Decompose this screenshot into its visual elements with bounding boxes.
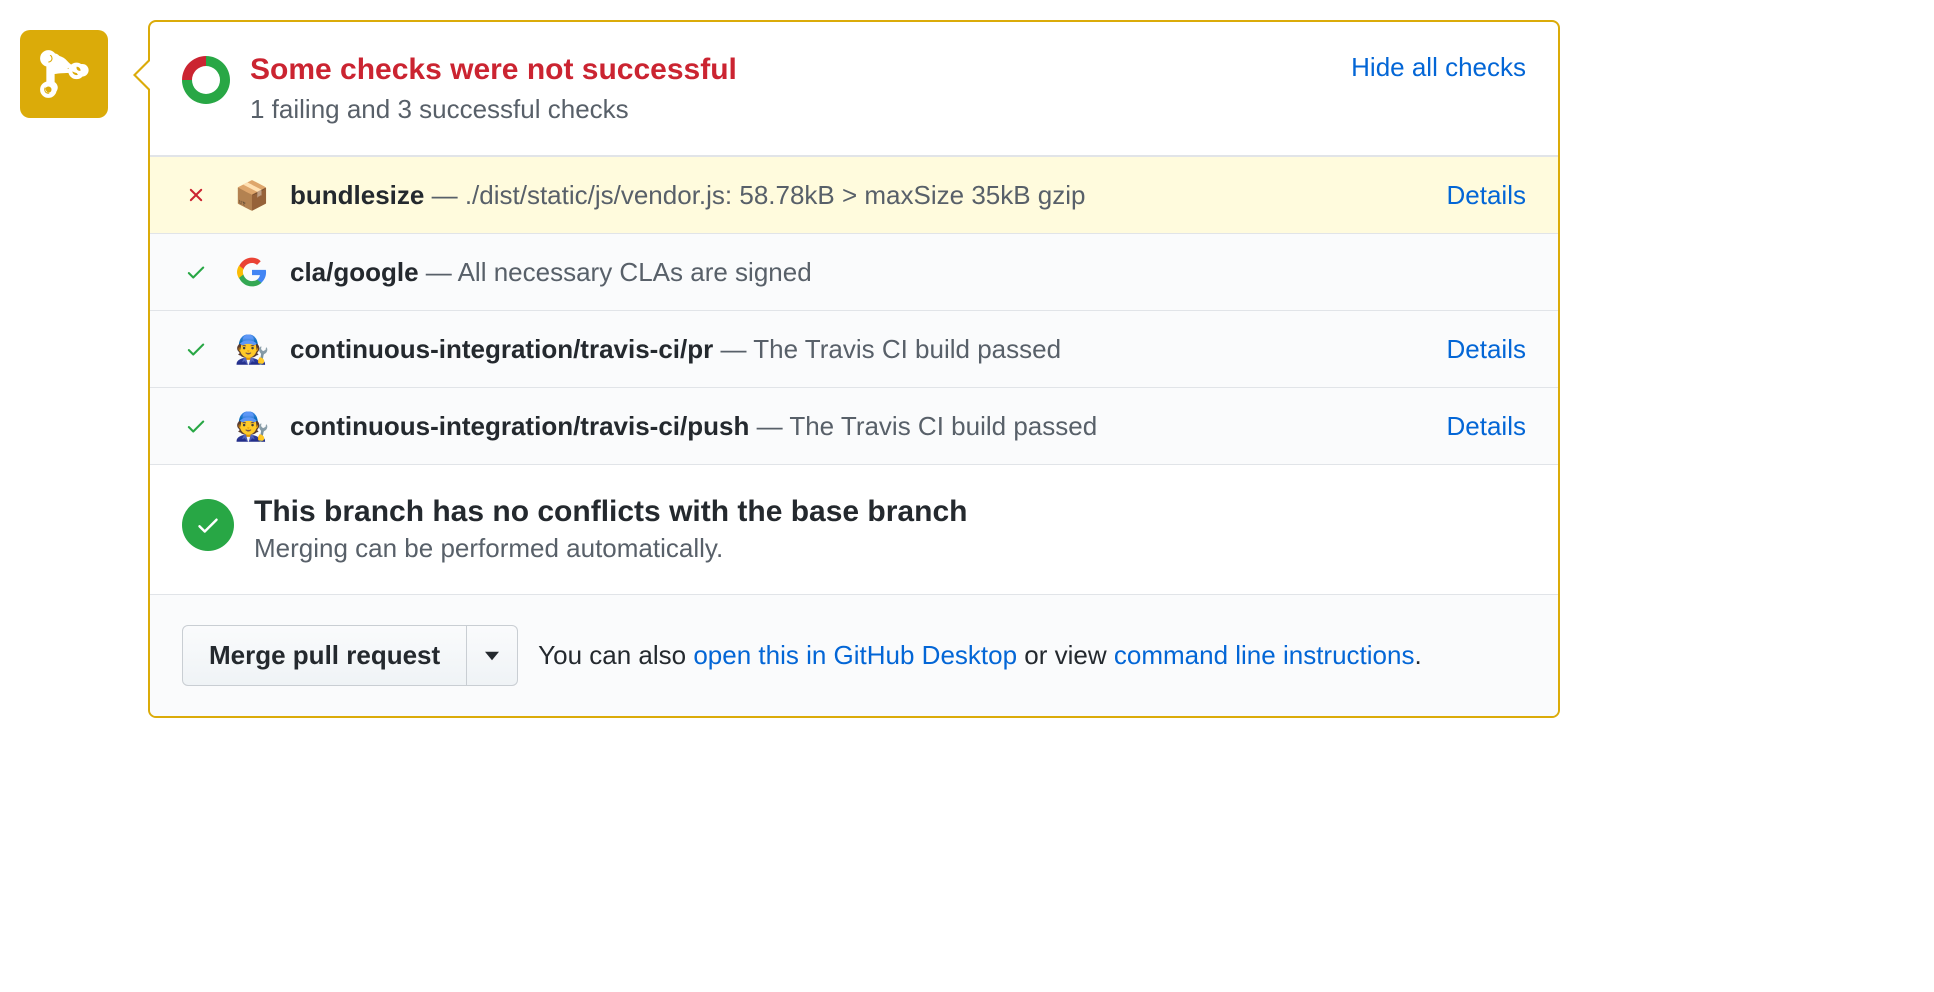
checks-status-title: Some checks were not successful [250,52,1331,88]
check-avatar: 🧑‍🔧 [234,331,270,367]
command-line-instructions-link[interactable]: command line instructions [1114,640,1415,670]
check-text: continuous-integration/travis-ci/push — … [290,411,1427,442]
check-text: bundlesize — ./dist/static/js/vendor.js:… [290,180,1427,211]
check-details-link[interactable]: Details [1447,334,1526,365]
check-text: cla/google — All necessary CLAs are sign… [290,257,1526,288]
check-row: 📦 bundlesize — ./dist/static/js/vendor.js… [150,156,1558,233]
caret-down-icon [485,651,499,661]
check-description: The Travis CI build passed [789,411,1097,441]
check-icon [182,338,210,360]
check-name: continuous-integration/travis-ci/pr [290,334,713,364]
check-icon [182,261,210,283]
check-description: All necessary CLAs are signed [458,257,812,287]
check-avatar [234,254,270,290]
check-row: 🧑‍🔧 continuous-integration/travis-ci/push… [150,387,1558,464]
check-icon [195,512,221,538]
check-description: The Travis CI build passed [753,334,1061,364]
checks-donut-icon [182,56,230,104]
check-name: bundlesize [290,180,424,210]
merge-pull-request-button[interactable]: Merge pull request [182,625,467,686]
merge-conflict-title: This branch has no conflicts with the ba… [254,495,967,529]
check-avatar: 📦 [234,177,270,213]
check-name: cla/google [290,257,419,287]
check-avatar: 🧑‍🔧 [234,408,270,444]
open-github-desktop-link[interactable]: open this in GitHub Desktop [693,640,1017,670]
git-merge-icon [39,49,89,99]
merge-description: You can also open this in GitHub Desktop… [538,640,1422,671]
checks-list: 📦 bundlesize — ./dist/static/js/vendor.js… [150,156,1558,465]
check-row: 🧑‍🔧 continuous-integration/travis-ci/pr —… [150,310,1558,387]
hide-all-checks-link[interactable]: Hide all checks [1351,52,1526,83]
check-description: ./dist/static/js/vendor.js: 58.78kB > ma… [465,180,1086,210]
checks-status-subtitle: 1 failing and 3 successful checks [250,94,1331,125]
check-text: continuous-integration/travis-ci/pr — Th… [290,334,1427,365]
merge-conflict-subtitle: Merging can be performed automatically. [254,533,967,564]
check-row: cla/google — All necessary CLAs are sign… [150,233,1558,310]
merge-options-dropdown[interactable] [467,625,518,686]
check-icon [182,415,210,437]
x-icon [182,184,210,206]
check-details-link[interactable]: Details [1447,180,1526,211]
merge-ok-badge [182,499,234,551]
merge-status-box: Some checks were not successful 1 failin… [148,20,1560,718]
timeline-merge-badge [20,30,108,118]
check-details-link[interactable]: Details [1447,411,1526,442]
check-name: continuous-integration/travis-ci/push [290,411,749,441]
